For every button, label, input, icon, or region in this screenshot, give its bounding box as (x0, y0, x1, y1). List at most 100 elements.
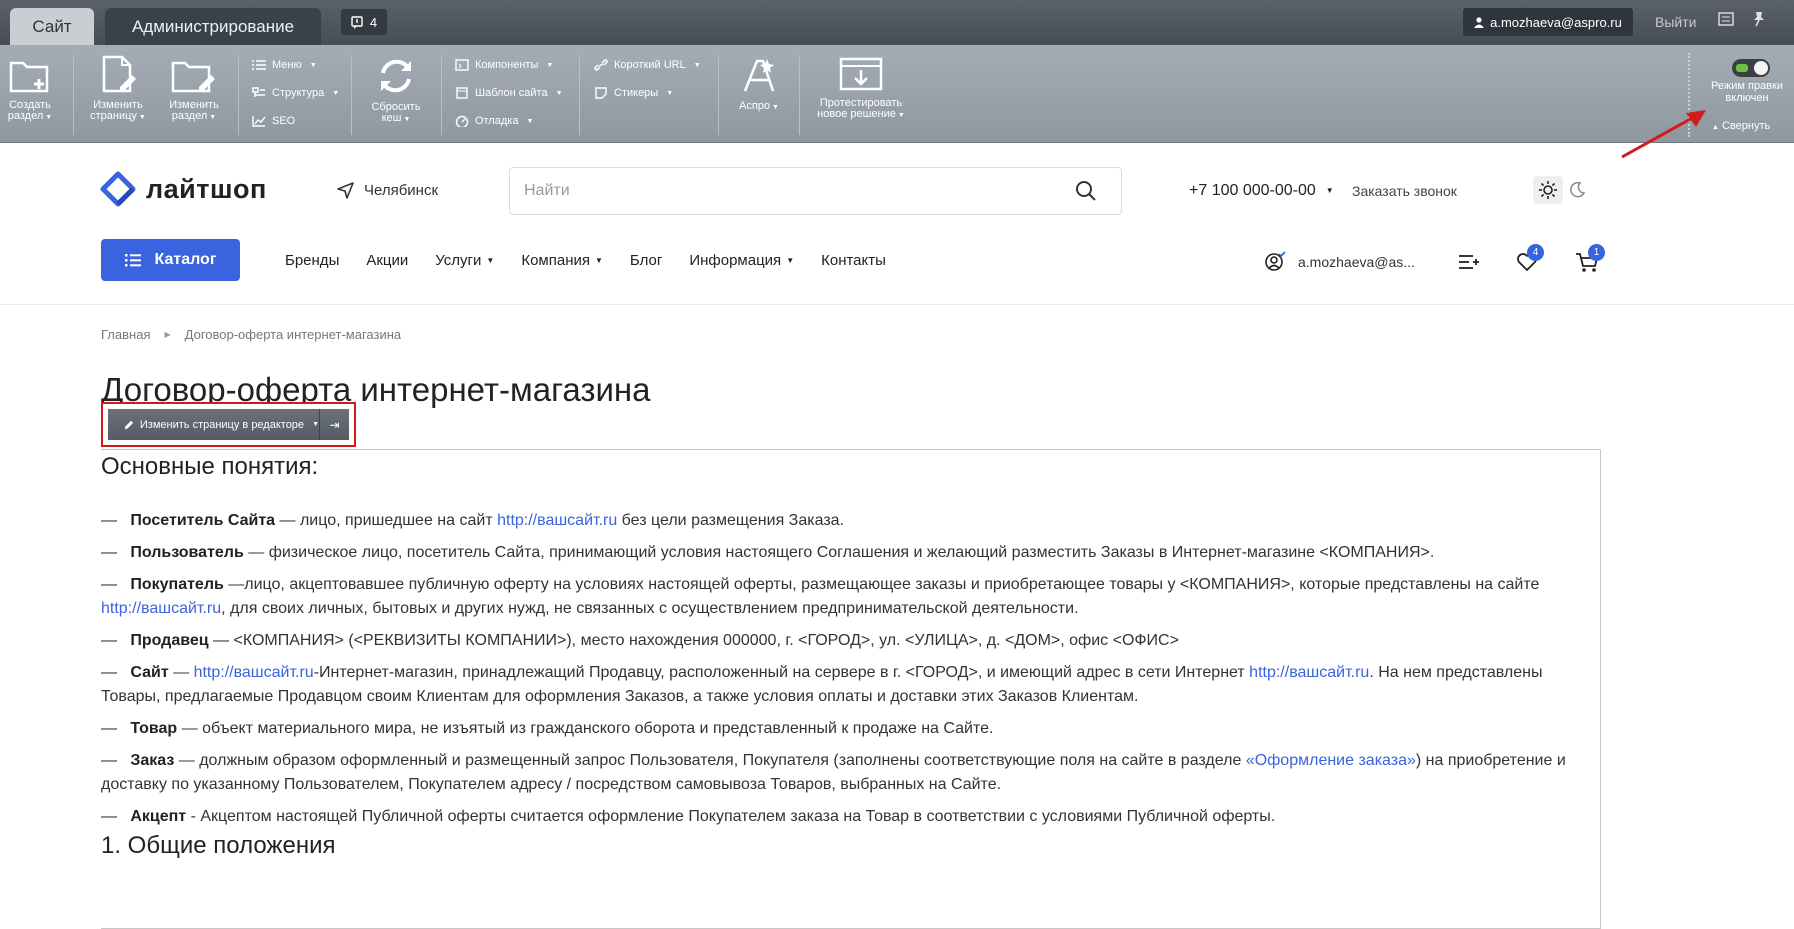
debug-button[interactable]: Отладка ▼ (455, 115, 533, 127)
breadcrumb-separator-icon: ▶ (164, 330, 171, 339)
toolbar-divider (718, 55, 719, 135)
toolbar-divider (73, 55, 74, 135)
link-icon (594, 59, 608, 71)
structure-button[interactable]: Структура ▼ (252, 87, 339, 99)
user-account-link[interactable]: a.mozhaeva@as... (1264, 251, 1415, 273)
collapse-label: Свернуть (1722, 120, 1771, 132)
admin-toolbar: Создать раздел ▼ Изменить страницу ▼ Измен… (0, 45, 1794, 159)
breadcrumb: Главная ▶ Договор-оферта интернет-магази… (101, 327, 401, 342)
favorites-button[interactable]: 4 (1516, 244, 1544, 277)
refresh-icon (381, 59, 411, 93)
edit-page-button[interactable]: Изменить страницу ▼ (88, 55, 148, 123)
edit-page-panel: Изменить страницу в редакторе ▼ ⇥ (101, 402, 356, 447)
components-label: Компоненты (475, 59, 539, 71)
structure-icon (252, 87, 265, 97)
list-icon (124, 254, 141, 267)
site-link[interactable]: http://вашсайт.ru (194, 664, 314, 681)
site-link[interactable]: http://вашсайт.ru (1249, 664, 1369, 681)
nav-brands[interactable]: Бренды (285, 252, 339, 269)
nav-promos[interactable]: Акции (366, 252, 408, 269)
menu-button[interactable]: Меню ▼ (252, 59, 317, 71)
template-icon (456, 87, 468, 99)
caret-down-icon: ▼ (786, 256, 795, 265)
toolbar-divider (351, 55, 352, 135)
callback-link[interactable]: Заказать звонок (1352, 183, 1457, 199)
page-edit-icon (102, 55, 136, 93)
term-seller: — Продавец — <КОМПАНИЯ> (<РЕКВИЗИТЫ КОМП… (101, 632, 1179, 649)
toolbar-divider (441, 55, 442, 135)
phone-dropdown[interactable]: +7 100 000-00-00 ▼ (1189, 182, 1334, 200)
nav-company[interactable]: Компания ▼ (521, 252, 603, 269)
term-product: — Товар — объект материального мира, не … (101, 720, 994, 737)
seo-button[interactable]: SEO (252, 115, 295, 127)
red-arrow-annotation (1621, 110, 1706, 159)
term-acceptance: — Акцепт - Акцептом настоящей Публичной … (101, 808, 1276, 825)
pin-toolbar-icon[interactable]: ⇥ (320, 418, 349, 432)
seo-label: SEO (272, 115, 296, 127)
admin-top-bar: Сайт Администрирование 4 a.mozhaeva@aspr… (0, 0, 1794, 45)
components-icon (455, 59, 469, 71)
cart-count-badge: 1 (1588, 244, 1605, 261)
toolbar-divider (799, 55, 800, 135)
reset-cache-button[interactable]: Сбросить кеш ▼ (366, 55, 426, 125)
nav-contacts[interactable]: Контакты (821, 252, 886, 269)
nav-services[interactable]: Услуги ▼ (435, 252, 494, 269)
collapse-button[interactable]: ▲ Свернуть (1710, 120, 1770, 132)
notification-icon (351, 15, 363, 29)
compare-list-icon[interactable] (1457, 252, 1481, 272)
breadcrumb-home[interactable]: Главная (101, 327, 150, 342)
edit-in-editor-button[interactable]: Изменить страницу в редакторе ▼ (108, 409, 320, 440)
caret-down-icon: ▼ (486, 256, 495, 265)
cart-button[interactable]: 1 (1575, 244, 1605, 279)
short-url-button[interactable]: Короткий URL ▼ (594, 59, 701, 71)
aspro-icon (743, 59, 775, 92)
site-link[interactable]: http://вашсайт.ru (101, 600, 221, 617)
pencil-icon (124, 420, 134, 429)
folder-edit-icon (171, 61, 215, 93)
edit-mode-toggle[interactable] (1732, 59, 1770, 77)
edit-page-label-2: страницу (90, 110, 137, 122)
catalog-label: Каталог (154, 251, 217, 268)
catalog-button[interactable]: Каталог (101, 239, 240, 281)
admin-user-button[interactable]: a.mozhaeva@aspro.ru (1463, 8, 1633, 36)
edit-section-label-2: раздел (171, 110, 208, 122)
keyboard-icon[interactable] (1718, 12, 1734, 26)
toolbar-divider (238, 55, 239, 135)
logo[interactable]: лайтшоп (100, 171, 267, 207)
pin-icon[interactable] (1752, 11, 1766, 27)
stickers-label: Стикеры (614, 87, 659, 99)
tab-administration[interactable]: Администрирование (105, 8, 321, 45)
notifications-button[interactable]: 4 (341, 9, 387, 35)
user-name: a.mozhaeva@as... (1298, 254, 1415, 270)
term-buyer: — Покупатель —лицо, акцептовавшее публич… (101, 576, 1540, 617)
moon-icon[interactable] (1569, 182, 1585, 198)
checkout-link[interactable]: «Оформление заказа» (1246, 752, 1416, 769)
search-input[interactable] (509, 167, 1122, 215)
city-selector[interactable]: Челябинск (337, 182, 438, 199)
stickers-button[interactable]: Стикеры ▼ (594, 87, 673, 99)
section-heading: Основные понятия: (101, 453, 319, 480)
nav-info[interactable]: Информация ▼ (689, 252, 794, 269)
city-name: Челябинск (364, 182, 439, 199)
site-template-button[interactable]: Шаблон сайта ▼ (455, 87, 563, 99)
test-solution-label-2: новое решение (817, 108, 896, 120)
chevron-up-icon: ▲ (1712, 124, 1719, 131)
site-link[interactable]: http://вашсайт.ru (497, 512, 617, 529)
site-template-label: Шаблон сайта (475, 87, 548, 99)
search-icon[interactable] (1075, 180, 1097, 202)
admin-user-name: a.mozhaeva@aspro.ru (1490, 14, 1622, 30)
sun-icon[interactable] (1533, 176, 1563, 204)
aspro-button[interactable]: Аспро ▼ (734, 55, 784, 113)
term-visitor: — Посетитель Сайта — лицо, пришедшее на … (101, 512, 844, 529)
components-button[interactable]: Компоненты ▼ (455, 59, 553, 71)
header-divider (0, 304, 1794, 305)
toolbar-divider (579, 55, 580, 135)
theme-switcher[interactable] (1533, 176, 1591, 204)
term-user: — Пользователь — физическое лицо, посети… (101, 544, 1435, 561)
test-solution-button[interactable]: Протестировать новое решение ▼ (815, 57, 907, 121)
logout-link[interactable]: Выйти (1655, 14, 1696, 30)
tab-site[interactable]: Сайт (10, 8, 94, 45)
nav-blog[interactable]: Блог (630, 252, 662, 269)
create-section-button[interactable]: Создать раздел ▼ (6, 57, 54, 123)
edit-section-button[interactable]: Изменить раздел ▼ (164, 57, 224, 123)
